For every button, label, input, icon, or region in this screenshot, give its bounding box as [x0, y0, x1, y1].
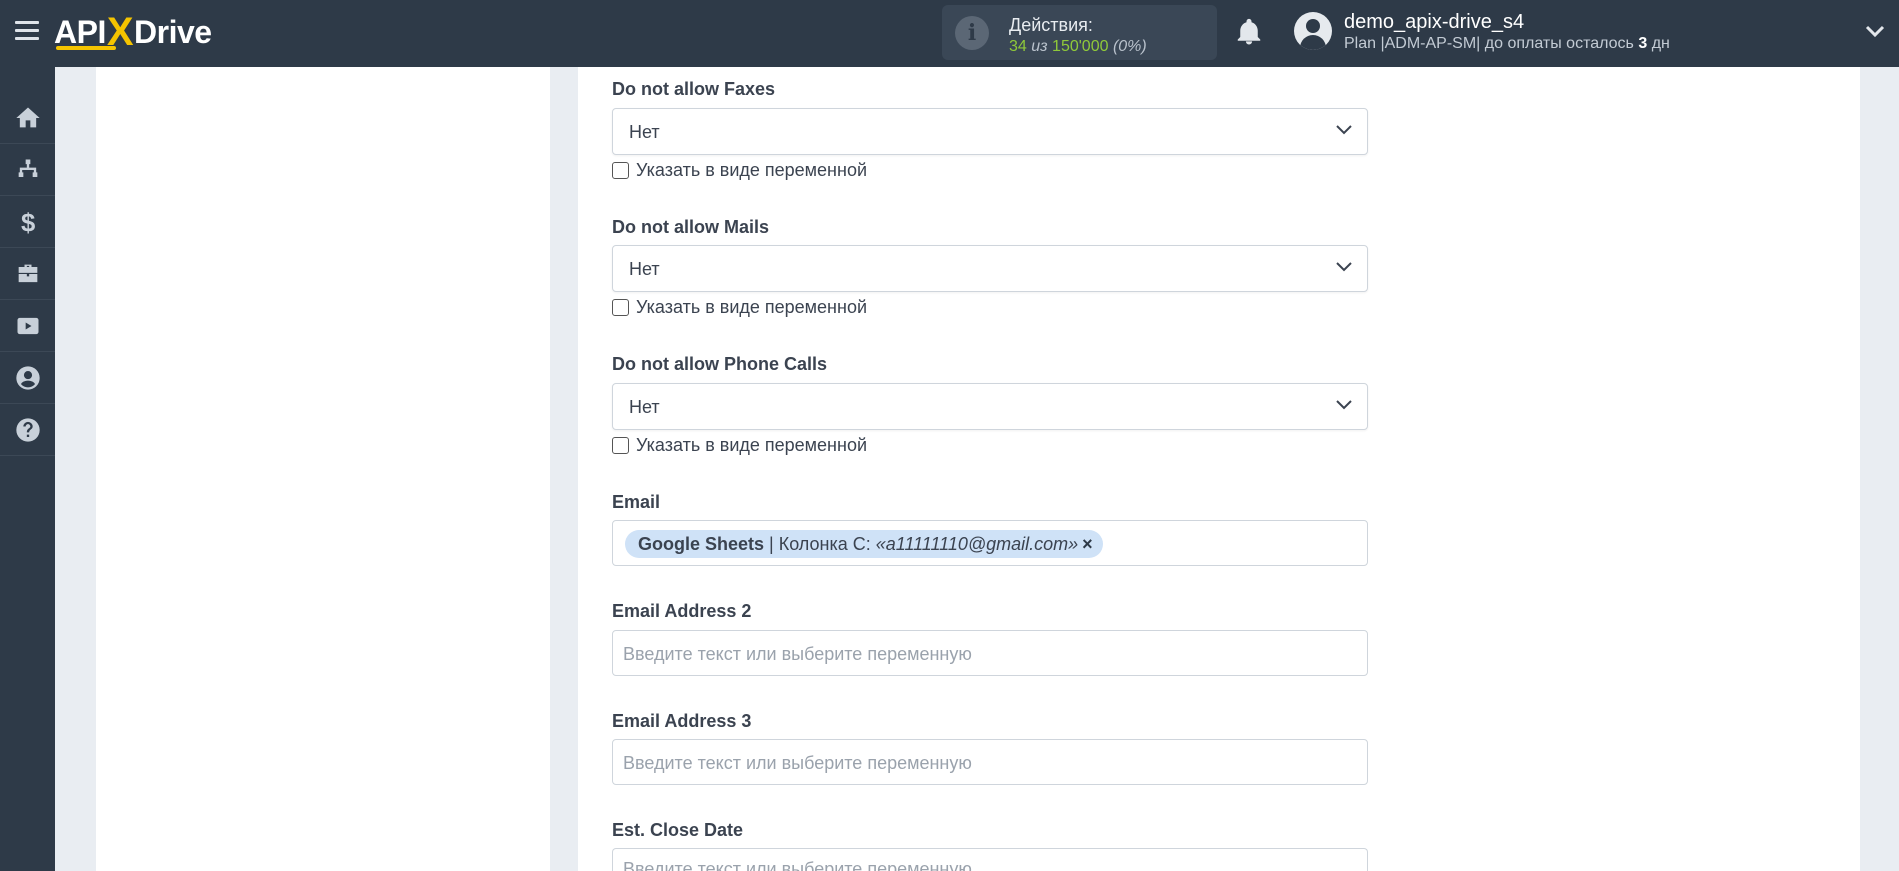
field-label-email: Email: [612, 492, 661, 512]
actions-usage: 34 из 150'000 (0%): [1009, 38, 1147, 55]
youtube-icon: [17, 317, 38, 334]
menu-icon[interactable]: [15, 21, 39, 41]
email-address-3-input[interactable]: Введите текст или выберите переменную: [612, 739, 1368, 785]
phone-calls-variable-checkbox[interactable]: Указать в виде переменной: [612, 435, 867, 456]
user-circle-icon: [15, 365, 40, 390]
remove-tag-icon[interactable]: ×: [1082, 534, 1093, 555]
email-address-2-input[interactable]: Введите текст или выберите переменную: [612, 630, 1368, 676]
sitemap-icon: [18, 159, 37, 177]
sidebar-item-profile[interactable]: [0, 352, 55, 404]
question-icon: [15, 417, 40, 442]
actions-counter[interactable]: i Действия: 34 из 150'000 (0%): [942, 5, 1217, 60]
user-name[interactable]: demo_apix-drive_s4: [1344, 11, 1524, 34]
actions-label: Действия:: [1009, 15, 1093, 35]
email-field[interactable]: Google Sheets | Колонка С: «a11111110@gm…: [612, 520, 1368, 566]
field-label-email-address-2: Email Address 2: [612, 601, 752, 621]
svg-text:$: $: [21, 209, 35, 236]
field-label-est-close-date: Est. Close Date: [612, 820, 744, 840]
sidebar-item-services[interactable]: [0, 248, 55, 300]
phone-calls-select[interactable]: Нет: [612, 383, 1368, 430]
sidebar-item-video[interactable]: [0, 300, 55, 352]
checkbox[interactable]: [612, 162, 629, 179]
info-icon: i: [955, 16, 989, 50]
field-label-faxes: Do not allow Faxes: [612, 79, 776, 99]
field-label-email-address-3: Email Address 3: [612, 711, 752, 731]
chevron-down-icon[interactable]: [1865, 24, 1885, 38]
chevron-down-icon: [1336, 400, 1352, 410]
sidebar-item-home[interactable]: [0, 92, 55, 144]
dollar-icon: $: [21, 209, 35, 236]
checkbox[interactable]: [612, 437, 629, 454]
chevron-down-icon: [1336, 125, 1352, 135]
briefcase-icon: [18, 264, 37, 282]
mails-variable-checkbox[interactable]: Указать в виде переменной: [612, 297, 867, 318]
faxes-select[interactable]: Нет: [612, 108, 1368, 155]
variable-tag[interactable]: Google Sheets | Колонка С: «a11111110@gm…: [625, 530, 1103, 558]
chevron-down-icon: [1336, 262, 1352, 272]
left-panel: [96, 67, 550, 871]
top-bar: API X Drive i Действия: 34 из 150'000 (0%)…: [0, 0, 1899, 67]
sidebar: $: [0, 67, 55, 871]
plan-info: Plan |ADM-AP-SM| до оплаты осталось 3 дн: [1344, 35, 1670, 52]
checkbox[interactable]: [612, 299, 629, 316]
sidebar-item-help[interactable]: [0, 404, 55, 456]
est-close-date-input[interactable]: Введите текст или выберите переменную: [612, 848, 1368, 871]
sidebar-item-connections[interactable]: [0, 144, 55, 196]
field-label-mails: Do not allow Mails: [612, 217, 770, 237]
home-icon: [15, 107, 40, 127]
bell-icon[interactable]: [1234, 17, 1264, 47]
avatar[interactable]: [1294, 12, 1332, 50]
mails-select[interactable]: Нет: [612, 245, 1368, 292]
field-label-phone-calls: Do not allow Phone Calls: [612, 354, 828, 374]
apix-drive-logo[interactable]: API X Drive: [54, 8, 212, 56]
faxes-variable-checkbox[interactable]: Указать в виде переменной: [612, 160, 867, 181]
sidebar-item-billing[interactable]: $: [0, 196, 55, 248]
